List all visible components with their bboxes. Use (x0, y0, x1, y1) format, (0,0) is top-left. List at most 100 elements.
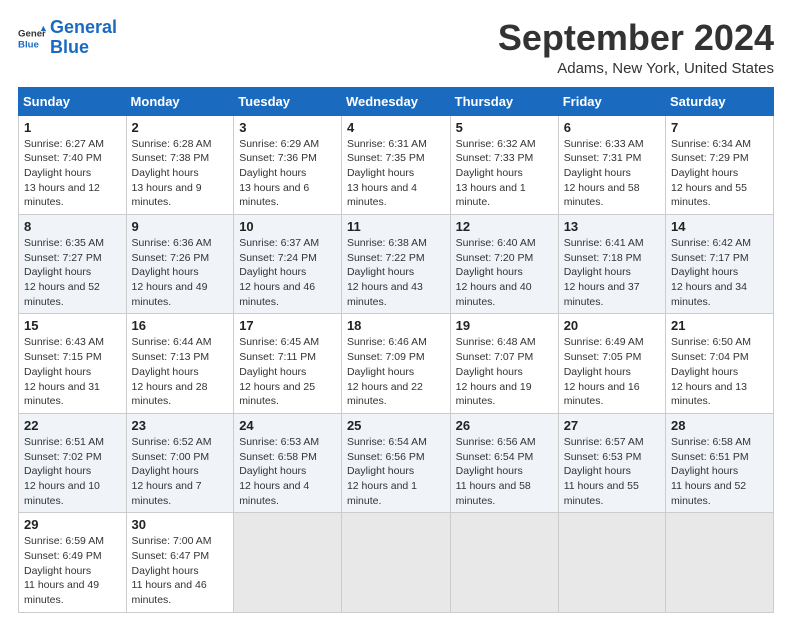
table-row: 23 Sunrise: 6:52 AM Sunset: 7:00 PM Dayl… (126, 413, 234, 512)
day-info: Sunrise: 6:42 AM Sunset: 7:17 PM Dayligh… (671, 236, 768, 309)
location-title: Adams, New York, United States (498, 60, 774, 77)
col-friday: Friday (558, 87, 665, 115)
table-row: 15 Sunrise: 6:43 AM Sunset: 7:15 PM Dayl… (19, 314, 127, 413)
day-number: 12 (456, 219, 553, 234)
day-info: Sunrise: 7:00 AM Sunset: 6:47 PM Dayligh… (132, 534, 229, 607)
table-row: 5 Sunrise: 6:32 AM Sunset: 7:33 PM Dayli… (450, 115, 558, 214)
day-info: Sunrise: 6:29 AM Sunset: 7:36 PM Dayligh… (239, 137, 336, 210)
col-saturday: Saturday (666, 87, 774, 115)
day-number: 20 (564, 318, 660, 333)
day-info: Sunrise: 6:51 AM Sunset: 7:02 PM Dayligh… (24, 435, 121, 508)
col-tuesday: Tuesday (234, 87, 342, 115)
day-number: 19 (456, 318, 553, 333)
table-row: 25 Sunrise: 6:54 AM Sunset: 6:56 PM Dayl… (341, 413, 450, 512)
day-info: Sunrise: 6:33 AM Sunset: 7:31 PM Dayligh… (564, 137, 660, 210)
day-number: 23 (132, 418, 229, 433)
day-number: 14 (671, 219, 768, 234)
day-number: 4 (347, 120, 445, 135)
table-row: 28 Sunrise: 6:58 AM Sunset: 6:51 PM Dayl… (666, 413, 774, 512)
table-row: 20 Sunrise: 6:49 AM Sunset: 7:05 PM Dayl… (558, 314, 665, 413)
table-row: 10 Sunrise: 6:37 AM Sunset: 7:24 PM Dayl… (234, 215, 342, 314)
table-row: 13 Sunrise: 6:41 AM Sunset: 7:18 PM Dayl… (558, 215, 665, 314)
day-info: Sunrise: 6:45 AM Sunset: 7:11 PM Dayligh… (239, 335, 336, 408)
table-row: 21 Sunrise: 6:50 AM Sunset: 7:04 PM Dayl… (666, 314, 774, 413)
day-info: Sunrise: 6:27 AM Sunset: 7:40 PM Dayligh… (24, 137, 121, 210)
day-number: 30 (132, 517, 229, 532)
table-row: 12 Sunrise: 6:40 AM Sunset: 7:20 PM Dayl… (450, 215, 558, 314)
col-thursday: Thursday (450, 87, 558, 115)
day-info: Sunrise: 6:58 AM Sunset: 6:51 PM Dayligh… (671, 435, 768, 508)
table-row (666, 513, 774, 612)
day-number: 7 (671, 120, 768, 135)
day-info: Sunrise: 6:32 AM Sunset: 7:33 PM Dayligh… (456, 137, 553, 210)
day-number: 27 (564, 418, 660, 433)
day-number: 1 (24, 120, 121, 135)
table-row: 18 Sunrise: 6:46 AM Sunset: 7:09 PM Dayl… (341, 314, 450, 413)
table-row: 4 Sunrise: 6:31 AM Sunset: 7:35 PM Dayli… (341, 115, 450, 214)
day-number: 18 (347, 318, 445, 333)
calendar-table: Sunday Monday Tuesday Wednesday Thursday… (18, 87, 774, 613)
page: General Blue General Blue September 2024… (0, 0, 792, 623)
day-info: Sunrise: 6:48 AM Sunset: 7:07 PM Dayligh… (456, 335, 553, 408)
day-info: Sunrise: 6:46 AM Sunset: 7:09 PM Dayligh… (347, 335, 445, 408)
day-info: Sunrise: 6:44 AM Sunset: 7:13 PM Dayligh… (132, 335, 229, 408)
table-row: 3 Sunrise: 6:29 AM Sunset: 7:36 PM Dayli… (234, 115, 342, 214)
day-number: 26 (456, 418, 553, 433)
logo-text: General Blue (50, 18, 117, 58)
table-row: 9 Sunrise: 6:36 AM Sunset: 7:26 PM Dayli… (126, 215, 234, 314)
day-info: Sunrise: 6:40 AM Sunset: 7:20 PM Dayligh… (456, 236, 553, 309)
day-info: Sunrise: 6:49 AM Sunset: 7:05 PM Dayligh… (564, 335, 660, 408)
day-info: Sunrise: 6:43 AM Sunset: 7:15 PM Dayligh… (24, 335, 121, 408)
table-row (341, 513, 450, 612)
col-wednesday: Wednesday (341, 87, 450, 115)
day-number: 13 (564, 219, 660, 234)
day-info: Sunrise: 6:28 AM Sunset: 7:38 PM Dayligh… (132, 137, 229, 210)
day-info: Sunrise: 6:53 AM Sunset: 6:58 PM Dayligh… (239, 435, 336, 508)
day-number: 25 (347, 418, 445, 433)
svg-text:Blue: Blue (18, 39, 39, 50)
day-info: Sunrise: 6:52 AM Sunset: 7:00 PM Dayligh… (132, 435, 229, 508)
day-info: Sunrise: 6:38 AM Sunset: 7:22 PM Dayligh… (347, 236, 445, 309)
day-info: Sunrise: 6:41 AM Sunset: 7:18 PM Dayligh… (564, 236, 660, 309)
day-number: 8 (24, 219, 121, 234)
title-section: September 2024 Adams, New York, United S… (498, 18, 774, 77)
header-section: General Blue General Blue September 2024… (18, 18, 774, 77)
day-number: 21 (671, 318, 768, 333)
day-number: 3 (239, 120, 336, 135)
logo: General Blue General Blue (18, 18, 117, 58)
day-info: Sunrise: 6:59 AM Sunset: 6:49 PM Dayligh… (24, 534, 121, 607)
table-row: 16 Sunrise: 6:44 AM Sunset: 7:13 PM Dayl… (126, 314, 234, 413)
day-info: Sunrise: 6:31 AM Sunset: 7:35 PM Dayligh… (347, 137, 445, 210)
table-row: 26 Sunrise: 6:56 AM Sunset: 6:54 PM Dayl… (450, 413, 558, 512)
table-row: 2 Sunrise: 6:28 AM Sunset: 7:38 PM Dayli… (126, 115, 234, 214)
table-row: 27 Sunrise: 6:57 AM Sunset: 6:53 PM Dayl… (558, 413, 665, 512)
day-number: 5 (456, 120, 553, 135)
day-number: 11 (347, 219, 445, 234)
table-row: 6 Sunrise: 6:33 AM Sunset: 7:31 PM Dayli… (558, 115, 665, 214)
table-row: 14 Sunrise: 6:42 AM Sunset: 7:17 PM Dayl… (666, 215, 774, 314)
table-row: 29 Sunrise: 6:59 AM Sunset: 6:49 PM Dayl… (19, 513, 127, 612)
day-number: 24 (239, 418, 336, 433)
day-info: Sunrise: 6:36 AM Sunset: 7:26 PM Dayligh… (132, 236, 229, 309)
table-row (558, 513, 665, 612)
calendar-header-row: Sunday Monday Tuesday Wednesday Thursday… (19, 87, 774, 115)
table-row (450, 513, 558, 612)
table-row: 1 Sunrise: 6:27 AM Sunset: 7:40 PM Dayli… (19, 115, 127, 214)
month-title: September 2024 (498, 18, 774, 58)
table-row: 30 Sunrise: 7:00 AM Sunset: 6:47 PM Dayl… (126, 513, 234, 612)
table-row: 24 Sunrise: 6:53 AM Sunset: 6:58 PM Dayl… (234, 413, 342, 512)
day-info: Sunrise: 6:54 AM Sunset: 6:56 PM Dayligh… (347, 435, 445, 508)
day-number: 6 (564, 120, 660, 135)
logo-icon: General Blue (18, 24, 46, 52)
day-info: Sunrise: 6:56 AM Sunset: 6:54 PM Dayligh… (456, 435, 553, 508)
day-number: 15 (24, 318, 121, 333)
day-number: 10 (239, 219, 336, 234)
col-monday: Monday (126, 87, 234, 115)
col-sunday: Sunday (19, 87, 127, 115)
table-row: 17 Sunrise: 6:45 AM Sunset: 7:11 PM Dayl… (234, 314, 342, 413)
day-number: 29 (24, 517, 121, 532)
day-info: Sunrise: 6:57 AM Sunset: 6:53 PM Dayligh… (564, 435, 660, 508)
day-info: Sunrise: 6:50 AM Sunset: 7:04 PM Dayligh… (671, 335, 768, 408)
day-info: Sunrise: 6:35 AM Sunset: 7:27 PM Dayligh… (24, 236, 121, 309)
day-number: 22 (24, 418, 121, 433)
